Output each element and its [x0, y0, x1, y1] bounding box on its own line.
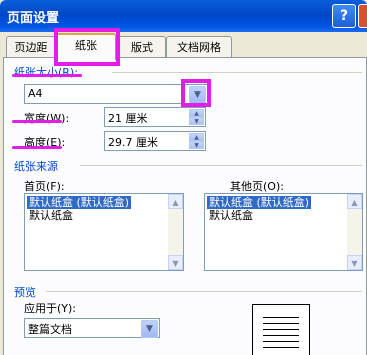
highlight-tab-paper	[54, 28, 120, 66]
chevron-down-icon[interactable]: ▼	[141, 320, 158, 338]
preview-text-line	[263, 347, 299, 348]
width-label: 宽度(W):	[24, 112, 70, 125]
width-spin-buttons: ▲ ▼	[189, 109, 204, 125]
first-page-label: 首页(F):	[24, 180, 65, 193]
help-button[interactable]: ?	[332, 4, 356, 28]
apply-to-select[interactable]: 整篇文档 ▼	[24, 318, 160, 338]
preview-text-line	[263, 317, 299, 318]
scroll-up-icon[interactable]: ▲	[168, 194, 183, 209]
list-item[interactable]: 默认纸盒 (默认纸盒)	[27, 196, 132, 209]
preview-text-line	[263, 341, 299, 342]
other-pages-scrollbar[interactable]: ▲ ▼	[347, 194, 362, 270]
preview-group-label: 预览	[14, 286, 36, 299]
preview-page-thumbnail	[252, 304, 310, 355]
separator-preview	[46, 291, 362, 292]
list-item[interactable]: 默认纸盒 (默认纸盒)	[207, 196, 312, 209]
spin-up-icon[interactable]: ▲	[189, 109, 204, 117]
width-value: 21 厘米	[108, 112, 148, 125]
list-item[interactable]: 默认纸盒	[27, 209, 75, 222]
separator-paper-size	[112, 72, 362, 73]
separator-paper-source	[80, 165, 362, 166]
first-page-scrollbar[interactable]: ▲ ▼	[168, 194, 183, 270]
annotation-underline-width	[12, 120, 62, 123]
list-item[interactable]: 默认纸盒	[207, 209, 255, 222]
tab-margins[interactable]: 页边距	[6, 36, 56, 58]
highlight-dropdown-button	[181, 79, 211, 107]
paper-size-value: A4	[28, 87, 43, 100]
first-page-listbox[interactable]: 默认纸盒 (默认纸盒) 默认纸盒 ▲ ▼	[24, 193, 184, 271]
height-value: 29.7 厘米	[108, 136, 158, 149]
annotation-underline-height	[12, 146, 62, 149]
close-button[interactable]	[358, 4, 367, 28]
paper-size-group-label: 纸张大小(R):	[14, 64, 78, 80]
annotation-underline-paper-size	[12, 74, 82, 77]
spin-down-icon[interactable]: ▼	[189, 117, 204, 125]
paper-source-group-label: 纸张来源	[14, 160, 58, 173]
tab-document-grid[interactable]: 文档网格	[166, 36, 232, 58]
height-spin-buttons: ▲ ▼	[189, 133, 204, 149]
paper-size-label-text: 纸张大小(R):	[14, 66, 78, 79]
window-title: 页面设置	[7, 11, 60, 26]
scroll-down-icon[interactable]: ▼	[347, 255, 362, 270]
scroll-up-icon[interactable]: ▲	[347, 194, 362, 209]
other-pages-label: 其他页(O):	[230, 180, 284, 193]
preview-text-line	[263, 329, 299, 330]
apply-to-label: 应用于(Y):	[24, 302, 77, 315]
height-stepper[interactable]: 29.7 厘米 ▲ ▼	[104, 131, 206, 151]
apply-to-value: 整篇文档	[28, 323, 72, 336]
scroll-down-icon[interactable]: ▼	[168, 255, 183, 270]
other-pages-listbox[interactable]: 默认纸盒 (默认纸盒) 默认纸盒 ▲ ▼	[204, 193, 363, 271]
spin-up-icon[interactable]: ▲	[189, 133, 204, 141]
spin-down-icon[interactable]: ▼	[189, 141, 204, 149]
tab-layout[interactable]: 版式	[118, 36, 166, 58]
preview-text-line	[263, 335, 299, 336]
preview-text-line	[263, 323, 299, 324]
width-stepper[interactable]: 21 厘米 ▲ ▼	[104, 107, 206, 127]
